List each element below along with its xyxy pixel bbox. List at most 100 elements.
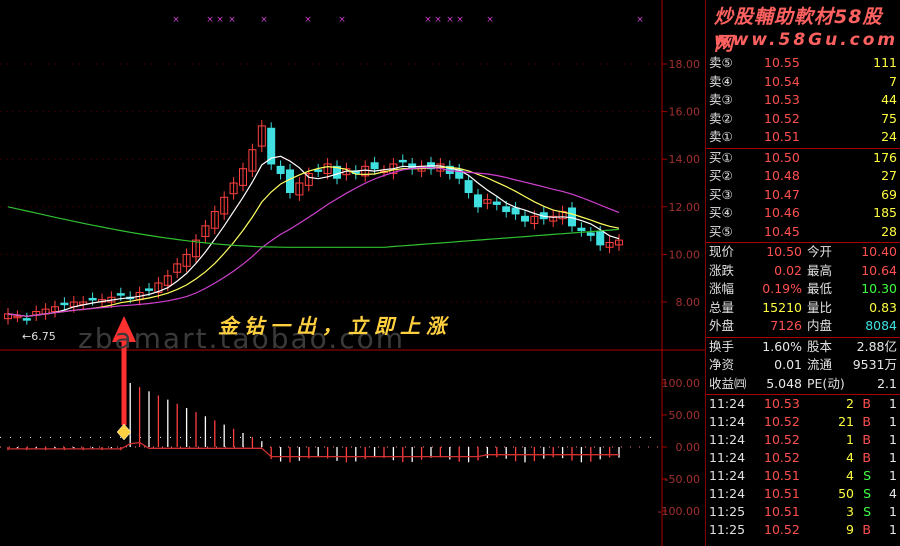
panel-row: 换手 1.60% 股本 2.88亿 xyxy=(706,338,900,356)
panel-row: 卖③ 10.53 44 xyxy=(706,91,900,109)
bid-volume: 185 xyxy=(873,205,897,220)
ask-price: 10.51 xyxy=(764,129,800,144)
ask-volume: 75 xyxy=(881,110,897,126)
candle-body xyxy=(145,288,153,291)
tick-volume: 4 xyxy=(846,450,854,465)
tick-count: 1 xyxy=(889,522,897,537)
ask-price: 10.54 xyxy=(764,73,800,89)
chart-caption: 金钻一出，立即上涨 xyxy=(218,314,452,338)
candle-body xyxy=(314,169,323,172)
signal-marker: × xyxy=(172,15,180,25)
panel-row: 买③ 10.47 69 xyxy=(706,186,900,204)
candle-body xyxy=(22,318,31,321)
quote-label: 总量 xyxy=(709,299,735,315)
panel-row: 收益㈣ 5.048 PE(动) 2.1 xyxy=(706,375,900,393)
tick-side: B xyxy=(862,522,871,537)
tick-side: B xyxy=(862,450,871,465)
stat-value: 9531万 xyxy=(852,357,897,372)
tick-time: 11:24 xyxy=(709,432,746,447)
price-axis-label: 16.00 xyxy=(669,106,701,119)
stat-label: 换手 xyxy=(709,338,735,354)
candle-body xyxy=(521,215,529,222)
tick-time: 11:24 xyxy=(709,486,746,501)
brand-banner: 炒股輔助軟材58股网 www.58Gu.com xyxy=(706,0,900,58)
candle-body xyxy=(577,227,586,232)
tick-time: 11:25 xyxy=(709,504,746,519)
ma20-line xyxy=(7,167,620,317)
bid-price: 10.48 xyxy=(764,168,800,183)
ask-label: 卖④ xyxy=(709,73,733,89)
panel-row: 卖① 10.51 24 xyxy=(706,128,900,146)
candle-body xyxy=(474,194,482,208)
panel-row: 卖④ 10.54 7 xyxy=(706,73,900,91)
stat-value: 2.88亿 xyxy=(856,338,897,354)
ask-price: 10.55 xyxy=(764,55,800,70)
panel-row: 卖② 10.52 75 xyxy=(706,110,900,128)
panel-row: 11:25 10.51 3 S 1 xyxy=(706,503,900,521)
panel-row: 11:25 10.52 9 B 1 xyxy=(706,521,900,539)
tick-side: S xyxy=(863,486,871,501)
stat-label: 流通 xyxy=(807,357,833,372)
quote-value: 10.40 xyxy=(861,244,897,259)
bid-label: 买④ xyxy=(709,205,733,220)
ask-price: 10.52 xyxy=(764,110,800,126)
candle-body xyxy=(398,159,407,163)
bid-price: 10.45 xyxy=(764,223,800,239)
bid-label: 买② xyxy=(709,168,733,183)
quote-label: 量比 xyxy=(807,299,833,315)
quote-value: 8084 xyxy=(865,318,897,333)
kline-chart[interactable]: 18.00 16.00 14.00 12.00 10.00 8.00 100.00 50.00… xyxy=(0,0,705,546)
tick-count: 1 xyxy=(889,450,897,465)
bid-label: 买③ xyxy=(709,186,733,202)
panel-row: 总量 15210 量比 0.83 xyxy=(706,299,900,317)
tick-count: 1 xyxy=(889,504,897,519)
tick-time: 11:24 xyxy=(709,414,746,429)
tick-time: 11:24 xyxy=(709,396,746,411)
panel-row: 卖⑤ 10.55 111 xyxy=(706,54,900,72)
candle-body xyxy=(88,297,97,301)
osc-axis-label: -100.00 xyxy=(658,505,700,518)
quote-panel: 炒股輔助軟材58股网 www.58Gu.com 卖⑤ 10.55 111 卖④ 10.5… xyxy=(705,0,900,546)
bid-volume: 27 xyxy=(881,168,897,183)
panel-row: 现价 10.50 今开 10.40 xyxy=(706,243,900,261)
signal-marker: × xyxy=(446,15,454,25)
tick-count: 1 xyxy=(889,468,897,483)
tick-count: 1 xyxy=(889,432,897,447)
tick-price: 10.51 xyxy=(764,486,800,501)
ask-label: 卖① xyxy=(709,129,733,144)
tick-time: 11:25 xyxy=(709,522,746,537)
ask-price: 10.53 xyxy=(764,92,800,107)
bid-volume: 69 xyxy=(881,186,897,202)
quote-label: 最高 xyxy=(807,262,833,278)
ma10-line xyxy=(7,165,620,317)
panel-row: 涨跌 0.02 最高 10.64 xyxy=(706,262,900,280)
panel-row: 11:24 10.52 1 B 1 xyxy=(706,431,900,449)
price-axis-label: 18.00 xyxy=(669,58,701,71)
panel-row: 涨幅 0.19% 最低 10.30 xyxy=(706,280,900,298)
tick-price: 10.51 xyxy=(764,468,800,483)
quote-label: 外盘 xyxy=(709,318,735,333)
gold-diamond-icon xyxy=(116,423,132,441)
bid-volume: 176 xyxy=(873,149,897,165)
bid-label: 买⑤ xyxy=(709,223,733,239)
tick-side: S xyxy=(863,504,871,519)
quote-value: 10.50 xyxy=(766,244,802,259)
osc-axis-label: 50.00 xyxy=(669,409,701,422)
stat-value: 1.60% xyxy=(762,338,802,354)
osc-axis-label: -50.00 xyxy=(665,473,700,486)
min-price-marker: ←6.75 xyxy=(22,330,56,343)
signal-marker: × xyxy=(424,15,432,25)
candle-body xyxy=(596,231,605,246)
bid-price: 10.50 xyxy=(764,149,800,165)
signal-marker: × xyxy=(228,15,236,25)
tick-volume: 2 xyxy=(846,396,854,411)
panel-row: 买⑤ 10.45 28 xyxy=(706,223,900,241)
ask-volume: 111 xyxy=(873,55,897,70)
candle-body xyxy=(370,162,379,170)
stat-label: PE(动) xyxy=(807,375,845,391)
candle-body xyxy=(492,201,501,205)
bid-price: 10.46 xyxy=(764,205,800,220)
quote-label: 涨跌 xyxy=(709,262,735,278)
signal-marker: × xyxy=(434,15,442,25)
quote-value: 10.30 xyxy=(861,281,897,296)
